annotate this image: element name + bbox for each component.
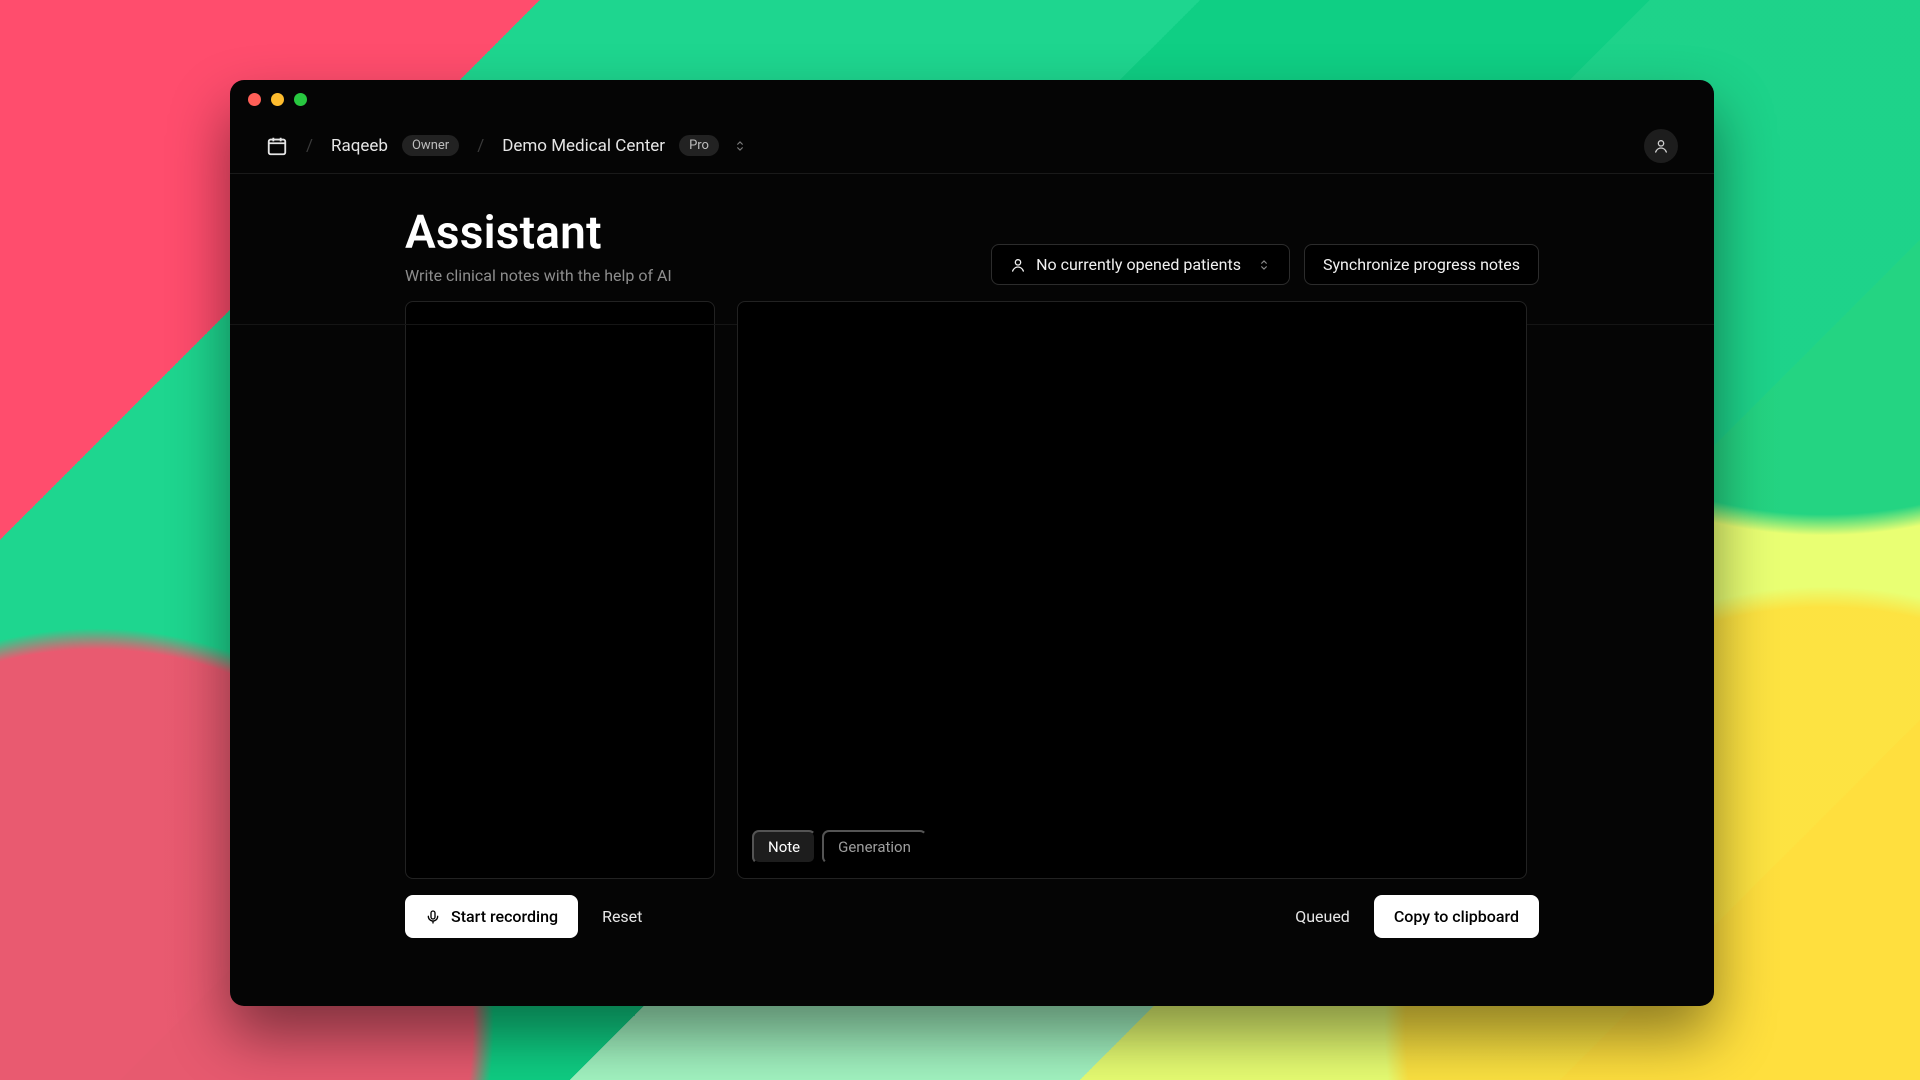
patients-selector[interactable]: No currently opened patients (991, 244, 1290, 285)
app-window: / Raqeeb Owner / Demo Medical Center Pro (230, 80, 1714, 1006)
page-inner: Assistant Write clinical notes with the … (405, 206, 1539, 879)
breadcrumb: / Raqeeb Owner / Demo Medical Center Pro (266, 135, 747, 157)
sync-notes-button[interactable]: Synchronize progress notes (1304, 244, 1539, 285)
sync-notes-label: Synchronize progress notes (1323, 255, 1520, 274)
user-avatar[interactable] (1644, 129, 1678, 163)
queue-status: Queued (1295, 907, 1350, 926)
window-zoom-dot[interactable] (294, 93, 307, 106)
breadcrumb-separator: / (477, 136, 484, 156)
tab-note[interactable]: Note (752, 830, 816, 864)
editor-panels: Note Generation (405, 301, 1539, 879)
copy-clipboard-button[interactable]: Copy to clipboard (1374, 895, 1539, 938)
start-recording-button[interactable]: Start recording (405, 895, 578, 938)
breadcrumb-user-name: Raqeeb (331, 136, 388, 156)
page-content: Assistant Write clinical notes with the … (230, 174, 1714, 1006)
page-title: Assistant (405, 206, 672, 260)
note-panel[interactable]: Note Generation (737, 301, 1527, 879)
transcript-panel[interactable] (405, 301, 715, 879)
breadcrumb-separator: / (306, 136, 313, 156)
header-actions: No currently opened patients Synchronize… (991, 244, 1539, 285)
patients-selector-label: No currently opened patients (1036, 255, 1241, 274)
copy-clipboard-label: Copy to clipboard (1394, 907, 1519, 926)
bottom-toolbar: Start recording Reset Queued Copy to cli… (405, 895, 1539, 938)
window-titlebar (230, 80, 1714, 118)
window-close-dot[interactable] (248, 93, 261, 106)
mic-icon (425, 909, 441, 925)
tab-generation[interactable]: Generation (822, 830, 927, 864)
pro-badge: Pro (679, 135, 719, 156)
owner-badge: Owner (402, 135, 459, 156)
user-icon (1010, 257, 1026, 273)
chevron-sort-icon (733, 139, 747, 153)
window-minimize-dot[interactable] (271, 93, 284, 106)
page-subtitle: Write clinical notes with the help of AI (405, 266, 672, 285)
calendar-icon[interactable] (266, 135, 288, 157)
reset-button[interactable]: Reset (602, 907, 642, 926)
breadcrumb-org-name: Demo Medical Center (502, 136, 665, 156)
chevron-sort-icon (1257, 258, 1271, 272)
start-recording-label: Start recording (451, 907, 558, 926)
top-bar: / Raqeeb Owner / Demo Medical Center Pro (230, 118, 1714, 174)
breadcrumb-org[interactable]: Demo Medical Center Pro (502, 135, 747, 156)
output-tabs: Note Generation (752, 830, 927, 864)
breadcrumb-user[interactable]: Raqeeb Owner (331, 135, 459, 156)
page-header: Assistant Write clinical notes with the … (405, 206, 1539, 285)
